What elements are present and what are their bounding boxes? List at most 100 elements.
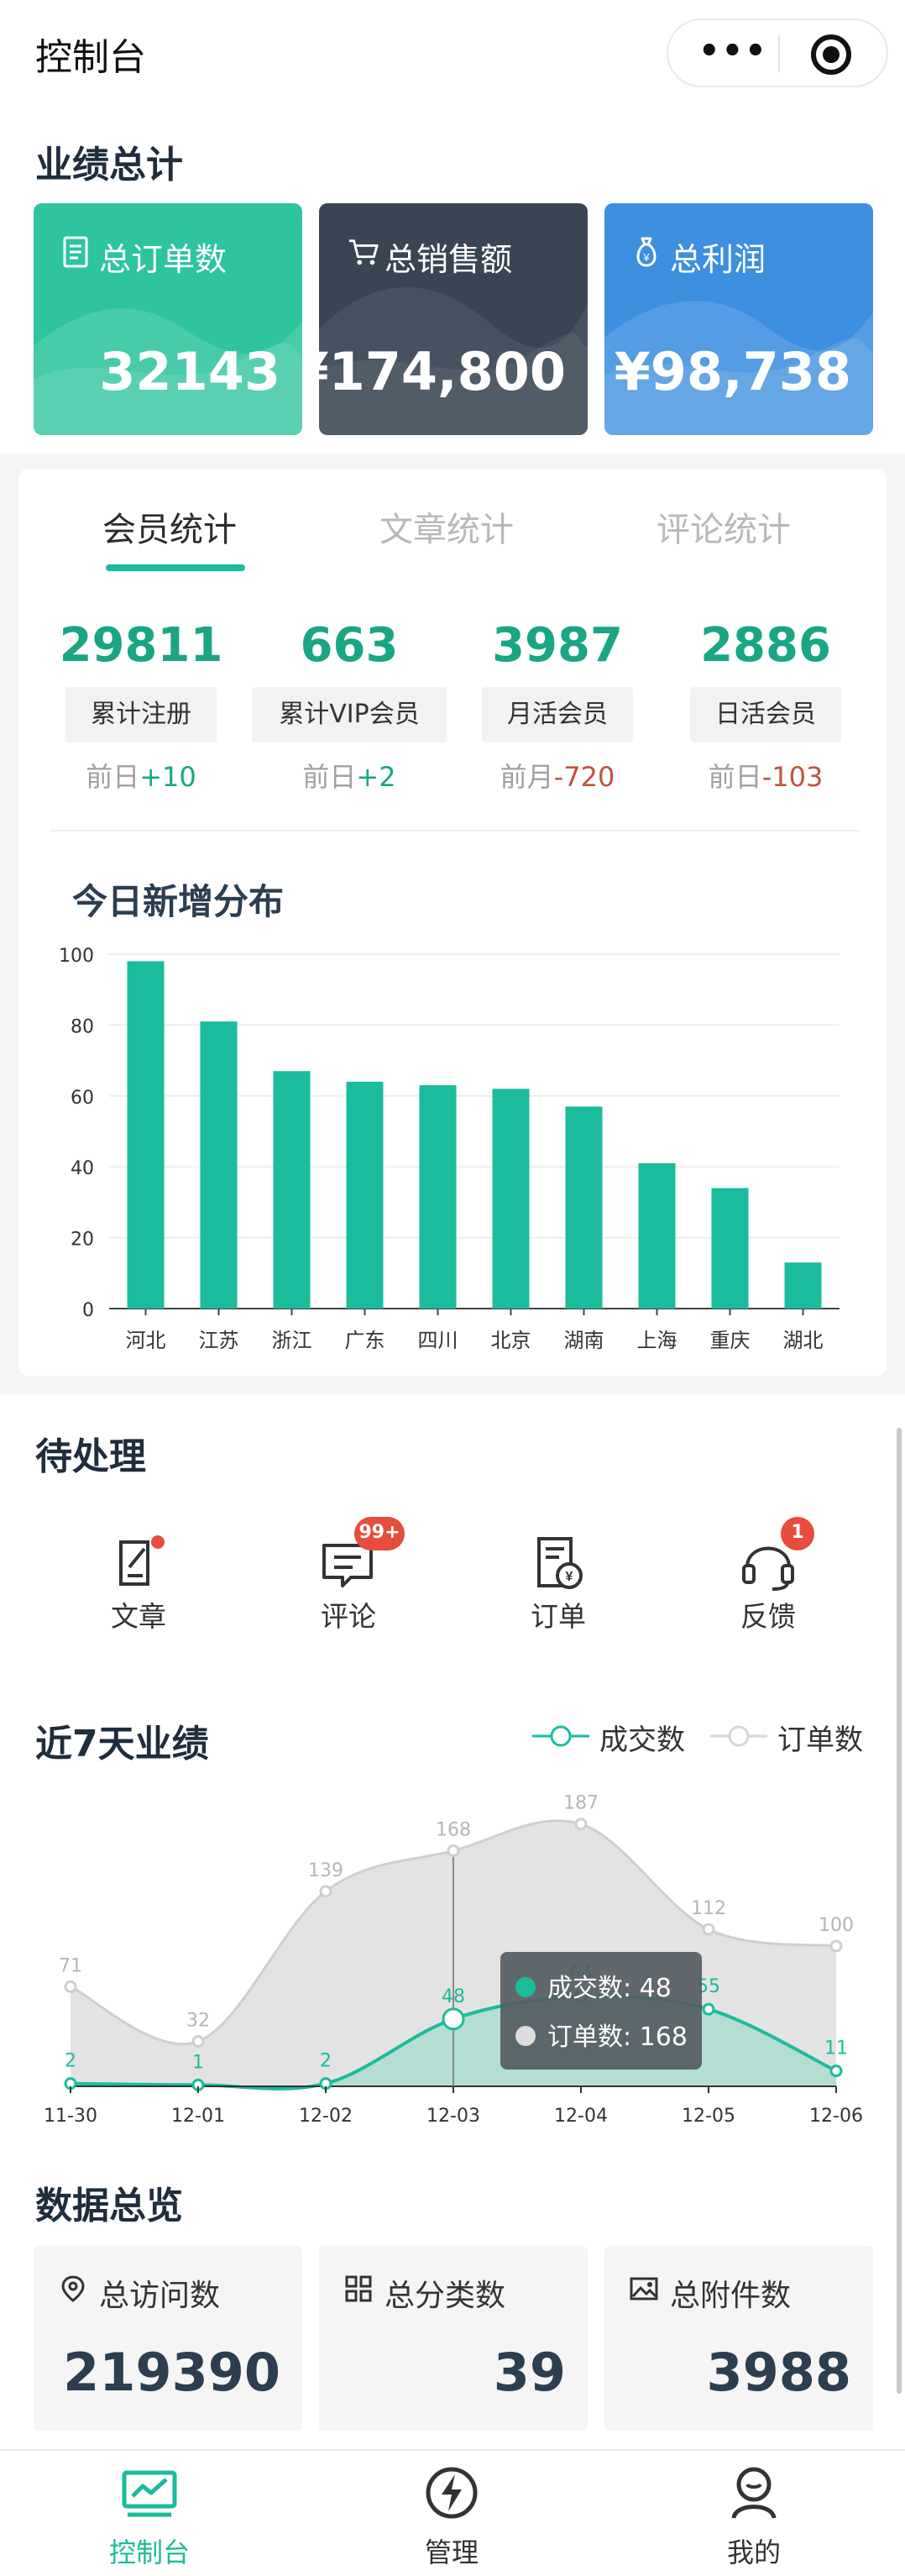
nav-label: 管理 [424,2537,479,2568]
deals-data-label: 48 [442,1986,465,2007]
nav-item-dashboard[interactable]: 控制台 [65,2461,233,2570]
money-bag-icon: ¥ [636,237,657,267]
dashboard-icon [122,2470,177,2517]
overview-label: 总分类数 [384,2279,506,2313]
orders-data-label: 168 [436,1819,471,1840]
svg-text:¥: ¥ [642,251,650,264]
card-total-profit[interactable]: ¥ 总利润 ¥98,738 [604,203,873,435]
x-tick-label: 12-01 [171,2106,225,2127]
overview-value: 39 [493,2342,566,2403]
orders-point[interactable] [64,1980,77,1993]
bar[interactable] [419,1085,457,1309]
performance-title: 业绩总计 [35,144,183,186]
x-tick-label: 12-03 [426,2106,480,2127]
grid-icon [345,2275,372,2302]
stat-label: 月活会员 [482,687,633,742]
overview-value: 219390 [63,2342,280,2403]
x-tick-label: 12-06 [809,2106,863,2127]
card-value: ¥98,738 [614,341,851,402]
orders-point[interactable] [574,1818,588,1831]
tab-article-stats[interactable]: 文章统计 [379,502,514,551]
card-label: 总销售额 [384,241,513,278]
x-tick-label: 重庆 [710,1329,751,1352]
overview-label: 总附件数 [670,2279,792,2313]
image-icon [630,2277,658,2301]
bar[interactable] [711,1188,749,1309]
x-tick-label: 河北 [126,1329,166,1352]
deals-point[interactable] [702,2002,715,2016]
lightning-icon [426,2467,478,2519]
orders-point[interactable] [829,1939,843,1953]
deals-point[interactable] [829,2064,843,2078]
y-tick-label: 60 [71,1088,94,1109]
card-total-categories[interactable]: 总分类数 39 [319,2246,588,2431]
bar[interactable] [565,1106,603,1309]
tab-comment-stats[interactable]: 评论统计 [657,502,791,551]
recent-area-chart[interactable]: 71321391681871121002124864551111-3012-01… [0,1781,905,2133]
legend-deal-icon[interactable] [531,1723,591,1749]
distribution-title: 今日新增分布 [72,881,285,922]
pending-label-feedback[interactable]: 反馈 [709,1594,827,1634]
x-tick-label: 11-30 [44,2106,97,2127]
orders-point[interactable] [319,1885,332,1898]
y-tick-label: 0 [82,1300,94,1321]
bar[interactable] [200,1021,238,1309]
close-target-icon[interactable] [811,34,851,75]
card-value: 32143 [99,341,280,402]
card-total-orders[interactable]: 总订单数 32143 [34,203,302,435]
svg-text:¥: ¥ [566,1570,573,1584]
bar[interactable] [638,1162,676,1309]
nav-label: 控制台 [108,2537,190,2568]
legend-deal-label[interactable]: 成交数 [599,1717,685,1758]
tooltip-order-marker [515,2026,536,2046]
stat-delta: 前日+2 [302,761,396,793]
user-icon [731,2467,777,2519]
cart-icon [348,239,379,265]
distribution-bar-chart: 0 20 40 60 80 100 河北 江苏 浙江 广东 四川 北京 湖南 上海 重庆 湖北 [59,946,840,1352]
article-edit-icon[interactable] [109,1534,168,1592]
deals-data-label: 2 [320,2051,332,2072]
orders-data-label: 112 [691,1898,726,1919]
stat-label: 累计注册 [65,687,217,742]
stat-value: 3987 [492,618,623,673]
pending-label-comment[interactable]: 评论 [290,1594,407,1634]
legend-orders-label[interactable]: 订单数 [777,1717,863,1758]
location-pin-icon [61,2275,85,2302]
nav-item-manage[interactable]: 管理 [368,2461,536,2570]
card-total-attachments[interactable]: 总附件数 3988 [604,2246,873,2431]
orders-point[interactable] [191,2035,205,2049]
tab-member-stats[interactable]: 会员统计 [102,502,237,551]
nav-item-mine[interactable]: 我的 [670,2461,838,2570]
more-icon[interactable]: ••• [698,34,768,68]
card-label: 总订单数 [99,241,228,278]
orders-data-label: 100 [819,1915,854,1936]
orders-point[interactable] [447,1844,460,1857]
y-tick-label: 80 [71,1016,94,1037]
bar[interactable] [492,1089,530,1309]
bar[interactable] [784,1262,822,1309]
card-total-visits[interactable]: 总访问数 219390 [34,2246,302,2431]
overview-title: 数据总览 [35,2185,183,2227]
scrollbar[interactable] [897,1428,902,2394]
legend-orders-icon[interactable] [709,1723,769,1749]
pending-label-article[interactable]: 文章 [80,1594,197,1634]
chart-tooltip: 成交数: 48 订单数: 168 [500,1952,702,2070]
x-tick-label: 上海 [637,1329,677,1352]
page-title: 控制台 [35,36,146,79]
y-tick-label: 100 [59,946,94,967]
bar[interactable] [127,961,165,1309]
pending-label-order[interactable]: 订单 [500,1594,617,1634]
x-tick-label: 湖南 [564,1329,604,1352]
card-total-sales[interactable]: 总销售额 ¥174,800 [319,203,588,435]
x-tick-label: 江苏 [199,1329,239,1352]
order-icon[interactable]: ¥ [529,1534,588,1592]
deals-point[interactable] [442,2007,465,2031]
orders-point[interactable] [702,1923,715,1936]
y-tick-label: 20 [71,1230,94,1251]
orders-data-label: 139 [308,1860,343,1881]
bar[interactable] [346,1081,384,1309]
stat-label: 日活会员 [690,687,841,742]
x-tick-label: 北京 [491,1329,531,1352]
tooltip-deal-marker [515,1977,536,1997]
bar[interactable] [273,1071,311,1309]
